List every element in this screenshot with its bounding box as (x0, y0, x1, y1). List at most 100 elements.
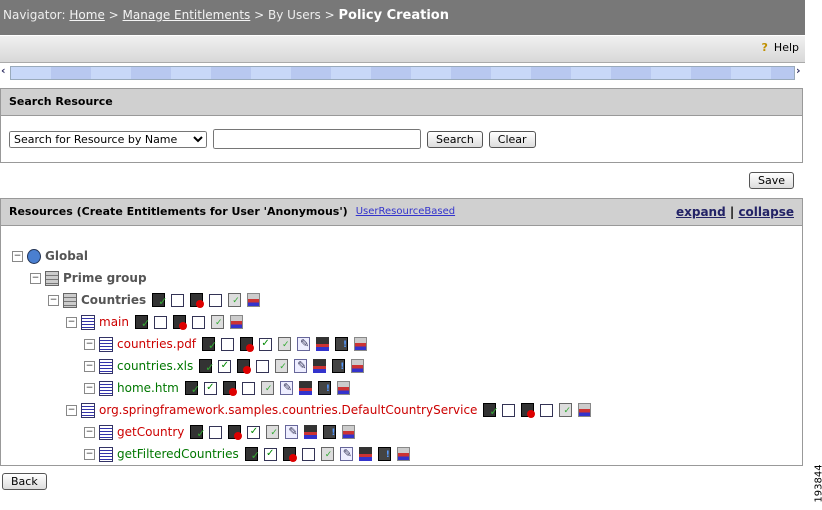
edit-icon[interactable] (297, 337, 311, 351)
grant-icon (152, 293, 167, 308)
collapse-toggle-icon[interactable]: − (12, 250, 23, 262)
tree-node-label[interactable]: home.htm (117, 381, 179, 395)
list-icon[interactable] (342, 425, 356, 439)
breadcrumb-separator: > (108, 8, 119, 22)
deny-checkbox[interactable] (241, 381, 255, 395)
deny-checkbox[interactable] (191, 315, 205, 329)
list-icon[interactable] (354, 337, 368, 351)
grant-icon (184, 381, 200, 396)
info-icon[interactable] (377, 447, 391, 461)
document-icon (99, 446, 113, 462)
grant-checkbox[interactable] (153, 315, 167, 329)
tree-node-label[interactable]: countries.xls (117, 359, 193, 373)
breadcrumb-home-link[interactable]: Home (69, 8, 104, 22)
list-icon[interactable] (578, 403, 592, 417)
scroll-left-icon[interactable]: ‹ (1, 64, 10, 77)
grant-checkbox[interactable]: ✓ (263, 447, 277, 461)
rule-icon[interactable] (275, 359, 289, 373)
edit-icon[interactable] (285, 425, 299, 439)
list-icon[interactable] (229, 315, 243, 329)
tree-node-label[interactable]: getFilteredCountries (117, 447, 239, 461)
grant-checkbox[interactable] (221, 337, 235, 351)
rule-icon[interactable] (320, 447, 334, 461)
grant-checkbox[interactable]: ✓ (218, 359, 232, 373)
user-resource-based-link[interactable]: UserResourceBased (356, 199, 455, 225)
deny-checkbox[interactable] (209, 293, 223, 307)
expand-link[interactable]: expand (676, 205, 726, 219)
save-button[interactable]: Save (749, 172, 795, 189)
collapse-toggle-icon[interactable]: − (30, 272, 41, 284)
deny-checkbox[interactable]: ✓ (247, 425, 261, 439)
list-icon[interactable] (396, 447, 410, 461)
search-type-select[interactable]: Search for Resource by Name (9, 130, 207, 148)
info-icon[interactable] (332, 359, 346, 373)
role-icon[interactable] (304, 425, 318, 439)
scroll-right-icon[interactable]: › (796, 64, 805, 77)
grant-checkbox[interactable]: ✓ (203, 381, 217, 395)
deny-checkbox[interactable] (256, 359, 270, 373)
rule-icon[interactable] (210, 315, 224, 329)
back-button[interactable]: Back (2, 473, 47, 490)
rule-icon[interactable] (559, 403, 573, 417)
tree-node-label[interactable]: countries.pdf (117, 337, 196, 351)
deny-checkbox[interactable]: ✓ (259, 337, 273, 351)
breadcrumb-prefix: Navigator: (3, 8, 66, 22)
grant-icon (190, 425, 206, 440)
search-button[interactable]: Search (427, 130, 483, 148)
scrollbar-track[interactable] (10, 66, 795, 80)
role-icon[interactable] (316, 337, 330, 351)
tree-node-label[interactable]: Countries (81, 293, 146, 307)
tree-node: − Prime group (30, 269, 150, 287)
clear-button[interactable]: Clear (488, 130, 536, 148)
rule-icon[interactable] (278, 337, 292, 351)
grant-checkbox[interactable] (209, 425, 223, 439)
rule-icon[interactable] (228, 293, 242, 307)
tree-node-label[interactable]: org.springframework.samples.countries.De… (99, 403, 477, 417)
rule-icon[interactable] (260, 381, 274, 395)
search-resource-panel: Search Resource Search for Resource by N… (0, 88, 803, 163)
tree-node-label[interactable]: Prime group (63, 271, 147, 285)
collapse-toggle-icon[interactable]: − (84, 360, 95, 372)
deny-icon (190, 293, 205, 308)
edit-icon[interactable] (294, 359, 308, 373)
deny-checkbox[interactable] (540, 403, 554, 417)
deny-checkbox[interactable] (301, 447, 315, 461)
collapse-toggle-icon[interactable]: − (66, 404, 77, 416)
collapse-toggle-icon[interactable]: − (84, 382, 95, 394)
tree-node: − getFilteredCountries ✓ (84, 445, 413, 463)
role-icon[interactable] (358, 447, 372, 461)
grant-checkbox[interactable] (502, 403, 516, 417)
info-icon[interactable] (323, 425, 337, 439)
tree-node: − getCountry ✓ (84, 423, 358, 441)
deny-icon (222, 381, 237, 396)
collapse-toggle-icon[interactable]: − (84, 338, 95, 350)
list-icon[interactable] (247, 293, 261, 307)
search-input[interactable] (213, 129, 421, 149)
role-icon[interactable] (298, 381, 312, 395)
collapse-link[interactable]: collapse (738, 205, 794, 219)
role-icon[interactable] (313, 359, 327, 373)
tree-node: − main (66, 313, 246, 331)
edit-icon[interactable] (339, 447, 353, 461)
horizontal-scrollbar[interactable]: ‹ › (0, 64, 805, 80)
collapse-toggle-icon[interactable]: − (84, 426, 95, 438)
list-icon[interactable] (351, 359, 365, 373)
tree-node: − org.springframework.samples.countries.D… (66, 401, 594, 419)
grant-checkbox[interactable] (171, 293, 185, 307)
tree-node-label[interactable]: main (99, 315, 129, 329)
info-icon[interactable] (335, 337, 349, 351)
deny-icon (282, 447, 297, 462)
edit-icon[interactable] (279, 381, 293, 395)
rule-icon[interactable] (266, 425, 280, 439)
collapse-toggle-icon[interactable]: − (84, 448, 95, 460)
list-icon[interactable] (336, 381, 350, 395)
document-icon (99, 424, 113, 440)
tree-node-label[interactable]: Global (45, 249, 88, 263)
info-icon[interactable] (317, 381, 331, 395)
collapse-toggle-icon[interactable]: − (48, 294, 59, 306)
collapse-toggle-icon[interactable]: − (66, 316, 77, 328)
breadcrumb-manage-entitlements-link[interactable]: Manage Entitlements (123, 8, 251, 22)
toolbar: ? Help (0, 36, 805, 63)
help-button[interactable]: ? Help (762, 41, 799, 54)
tree-node-label[interactable]: getCountry (117, 425, 184, 439)
